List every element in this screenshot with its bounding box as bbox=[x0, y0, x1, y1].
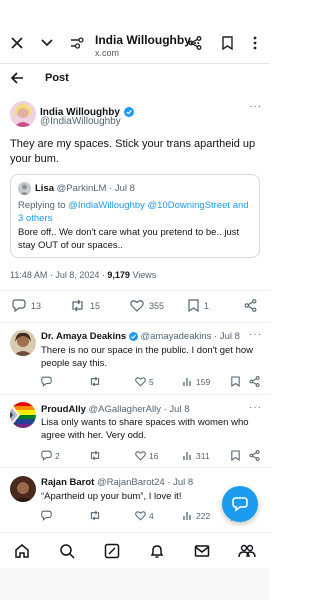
repost-count: 15 bbox=[90, 300, 101, 311]
reply-count: 2 bbox=[55, 450, 60, 461]
reply-count: 13 bbox=[31, 300, 42, 311]
reply-actions: 5 159 bbox=[41, 376, 260, 389]
share-icon[interactable] bbox=[249, 450, 260, 463]
like-count: 4 bbox=[149, 510, 154, 521]
grok-icon[interactable] bbox=[103, 542, 121, 560]
reply-icon bbox=[12, 299, 26, 312]
quote-text: Bore off.. We don't care what you preten… bbox=[18, 227, 240, 251]
bookmark-icon[interactable] bbox=[218, 34, 236, 52]
quote-author: Lisa bbox=[35, 183, 55, 194]
compose-reply-button[interactable] bbox=[222, 486, 258, 522]
post-time: 11:48 AM · Jul 8, 2024 · bbox=[10, 270, 105, 280]
view-count: 222 bbox=[196, 510, 211, 521]
quote-date: · Jul 8 bbox=[109, 183, 135, 194]
repost-button[interactable] bbox=[89, 376, 101, 389]
post-views-count: 9,179 bbox=[107, 270, 130, 280]
post-text: They are my spaces. Stick your trans apa… bbox=[10, 138, 256, 165]
avatar[interactable] bbox=[10, 402, 36, 428]
views-button[interactable]: 159 bbox=[183, 376, 210, 387]
reply-text: Lisa only wants to share spaces with wom… bbox=[41, 417, 249, 441]
reply-handle: @amayadeakins · Jul 8 bbox=[140, 331, 240, 342]
home-icon[interactable] bbox=[13, 542, 31, 560]
bookmark-button[interactable] bbox=[231, 450, 240, 463]
post-views-label: Views bbox=[132, 270, 157, 280]
page-title: India Willoughby... bbox=[95, 33, 200, 47]
view-count: 311 bbox=[196, 450, 210, 461]
site-settings-icon[interactable] bbox=[68, 34, 86, 52]
close-icon[interactable] bbox=[8, 34, 26, 52]
reply-handle: @RajanBarot24 · Jul 8 bbox=[96, 477, 194, 488]
bookmark-count: 1 bbox=[204, 300, 210, 311]
reply-text: “Apartheid up your bum”, I love it! bbox=[41, 491, 182, 502]
reply-bubble-icon bbox=[232, 497, 248, 512]
share-post-button[interactable] bbox=[244, 299, 257, 314]
quote-avatar bbox=[18, 182, 31, 195]
views-button[interactable]: 222 bbox=[183, 510, 210, 521]
avatar[interactable] bbox=[10, 330, 36, 356]
quote-replying-to: Replying to @IndiaWilloughby @10DowningS… bbox=[18, 199, 256, 225]
divider bbox=[0, 290, 270, 291]
verified-badge-icon bbox=[128, 332, 138, 344]
share-icon[interactable] bbox=[249, 376, 260, 389]
browser-toolbar: India Willoughby... x.com bbox=[0, 0, 270, 64]
like-button[interactable]: 4 bbox=[135, 510, 154, 521]
more-vert-icon[interactable] bbox=[246, 34, 264, 52]
reply-button[interactable]: 2 bbox=[41, 450, 60, 461]
divider bbox=[0, 394, 270, 395]
reply-author[interactable]: ProudAlly bbox=[41, 404, 86, 415]
like-count: 355 bbox=[149, 300, 165, 311]
reply-author[interactable]: Rajan Barot bbox=[41, 477, 94, 488]
post-handle[interactable]: @IndiaWilloughby bbox=[40, 116, 121, 127]
header-title: Post bbox=[45, 72, 69, 84]
share-icon[interactable] bbox=[186, 34, 204, 52]
post-actions: 13 15 355 1 bbox=[12, 299, 258, 315]
post-timestamp: 11:48 AM · Jul 8, 2024 · 9,179 Views bbox=[10, 270, 156, 280]
post-header: Post bbox=[0, 64, 270, 94]
replying-label: Replying to bbox=[18, 200, 66, 211]
repost-icon bbox=[72, 299, 83, 312]
avatar[interactable] bbox=[10, 476, 36, 502]
like-count: 16 bbox=[149, 450, 159, 461]
repost-button[interactable]: 15 bbox=[70, 299, 100, 312]
reply-text: There is no our space in the public. I d… bbox=[41, 345, 253, 369]
bookmark-button[interactable]: 1 bbox=[188, 299, 209, 312]
like-button[interactable]: 355 bbox=[130, 299, 164, 312]
heart-icon bbox=[130, 300, 144, 312]
more-options-icon[interactable]: ··· bbox=[249, 101, 262, 112]
bookmark-button[interactable] bbox=[231, 376, 240, 389]
like-count: 5 bbox=[149, 376, 154, 387]
like-button[interactable]: 16 bbox=[135, 450, 158, 461]
share-post-icon bbox=[244, 299, 257, 312]
verified-badge-icon bbox=[124, 104, 135, 122]
bookmark-outline-icon bbox=[188, 299, 199, 312]
divider bbox=[0, 322, 270, 323]
reply-mentions[interactable]: @IndiaWilloughby @10DowningStreet bbox=[68, 200, 230, 211]
page-url: x.com bbox=[95, 48, 120, 58]
repost-button[interactable] bbox=[89, 510, 101, 523]
notifications-bell-icon[interactable] bbox=[148, 542, 166, 560]
back-arrow-icon[interactable] bbox=[10, 71, 26, 87]
reply-handle: @AGallagherAlly · Jul 8 bbox=[88, 404, 190, 415]
reply-author[interactable]: Dr. Amaya Deakins bbox=[41, 331, 126, 342]
bottom-navigation bbox=[0, 532, 270, 568]
reply-actions: 2 16 311 bbox=[41, 450, 260, 463]
divider bbox=[0, 467, 270, 468]
views-button[interactable]: 311 bbox=[183, 450, 210, 461]
more-options-icon[interactable]: ··· bbox=[249, 329, 262, 340]
like-button[interactable]: 5 bbox=[135, 376, 154, 387]
reply-button[interactable] bbox=[41, 510, 52, 523]
search-icon[interactable] bbox=[58, 542, 76, 560]
system-nav-bar bbox=[0, 568, 270, 600]
repost-button[interactable] bbox=[89, 450, 101, 463]
view-count: 159 bbox=[196, 376, 211, 387]
avatar[interactable] bbox=[10, 101, 36, 127]
quoted-post[interactable]: Lisa @ParkinLM · Jul 8 Replying to @Indi… bbox=[10, 174, 260, 258]
reply-button[interactable]: 13 bbox=[12, 299, 41, 312]
chevron-down-icon[interactable] bbox=[38, 34, 56, 52]
quote-handle: @ParkinLM bbox=[56, 183, 107, 194]
reply-button[interactable] bbox=[41, 376, 52, 389]
messages-envelope-icon[interactable] bbox=[193, 542, 211, 560]
more-options-icon[interactable]: ··· bbox=[249, 402, 262, 413]
communities-icon[interactable] bbox=[238, 542, 256, 560]
